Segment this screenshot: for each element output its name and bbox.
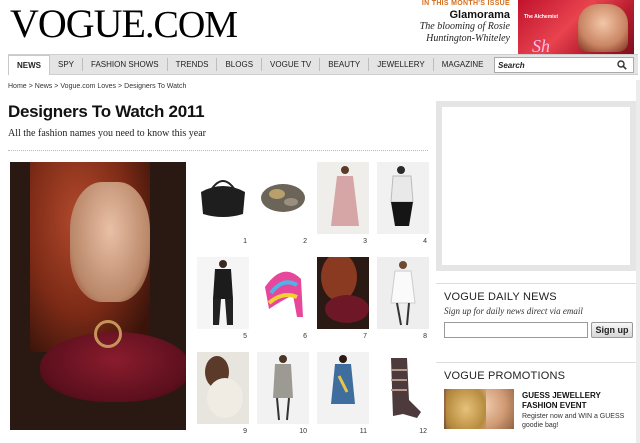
gallery-thumb-12[interactable] xyxy=(377,352,429,424)
promotion-headline-line-1: GUESS JEWELLERY xyxy=(522,391,601,400)
main-nav: NEWS SPY FASHION SHOWS TRENDS BLOGS VOGU… xyxy=(8,54,638,75)
nav-item-trends[interactable]: TRENDS xyxy=(168,58,218,71)
gallery-thumb-11[interactable] xyxy=(317,352,369,424)
gallery-number-6: 6 xyxy=(303,333,307,340)
gallery-number-12: 12 xyxy=(419,428,427,435)
search-input[interactable] xyxy=(495,60,613,70)
logo-suffix-text: .COM xyxy=(144,4,238,46)
gallery-thumb-8[interactable] xyxy=(377,257,429,329)
gallery-number-11: 11 xyxy=(359,428,367,435)
gallery-number-7: 7 xyxy=(363,333,367,340)
gallery-number-4: 4 xyxy=(423,238,427,245)
issue-promo[interactable]: IN THIS MONTH'S ISSUE Glamorama The bloo… xyxy=(410,0,510,45)
newsletter-description: Sign up for daily news direct via email xyxy=(444,306,583,316)
gallery-number-9: 9 xyxy=(243,428,247,435)
nav-item-beauty[interactable]: BEAUTY xyxy=(320,58,370,71)
site-header: VOGUE.COM IN THIS MONTH'S ISSUE Glamoram… xyxy=(0,0,640,54)
issue-desc-line-1: The blooming of Rosie xyxy=(419,21,510,32)
nav-item-fashion-shows[interactable]: FASHION SHOWS xyxy=(83,58,168,71)
nav-item-vogue-tv[interactable]: VOGUE TV xyxy=(262,58,321,71)
cover-big-text: Sh xyxy=(532,36,550,54)
gallery-thumb-1[interactable] xyxy=(197,162,249,234)
breadcrumb-separator: > xyxy=(54,83,59,90)
hero-skin xyxy=(70,182,150,302)
issue-desc-line-2: Huntington-Whiteley xyxy=(426,33,510,44)
promotions-title: VOGUE PROMOTIONS xyxy=(444,370,566,382)
advertisement-slot[interactable] xyxy=(436,101,636,271)
breadcrumb: Home > News > Vogue.com Loves > Designers To W… xyxy=(8,83,186,90)
gallery-number-2: 2 xyxy=(303,238,307,245)
hero-ring xyxy=(94,320,122,348)
newsletter-email-input[interactable] xyxy=(444,322,588,338)
breadcrumb-current: Designers To Watch xyxy=(124,83,187,90)
gallery-number-1: 1 xyxy=(243,238,247,245)
gallery-number-10: 10 xyxy=(299,428,307,435)
signup-button[interactable]: Sign up xyxy=(591,322,633,338)
promotion-headline-line-2: FASHION EVENT xyxy=(522,401,587,410)
newsletter-title: VOGUE DAILY NEWS xyxy=(444,291,557,303)
gallery-thumb-2[interactable] xyxy=(257,162,309,234)
hero-image[interactable] xyxy=(10,162,186,430)
gallery-thumb-3[interactable] xyxy=(317,162,369,234)
breadcrumb-vogue-loves[interactable]: Vogue.com Loves xyxy=(60,83,116,90)
promotion-headline[interactable]: GUESS JEWELLERY FASHION EVENT xyxy=(522,391,601,411)
gallery-number-3: 3 xyxy=(363,238,367,245)
gallery-thumb-5[interactable] xyxy=(197,257,249,329)
page-subtitle: All the fashion names you need to know t… xyxy=(8,128,207,139)
divider xyxy=(8,150,428,151)
vogue-logo[interactable]: VOGUE.COM xyxy=(10,1,238,46)
gallery-number-8: 8 xyxy=(423,333,427,340)
promotion-image-hair xyxy=(446,389,486,429)
cover-face xyxy=(578,4,628,52)
breadcrumb-news[interactable]: News xyxy=(35,83,53,90)
magazine-cover-image[interactable]: The Alchemist Sh xyxy=(518,0,634,54)
gallery-thumb-6[interactable] xyxy=(257,257,309,329)
gallery-thumb-7[interactable] xyxy=(317,257,369,329)
search-icon[interactable] xyxy=(613,58,631,72)
breadcrumb-separator: > xyxy=(28,83,33,90)
nav-item-spy[interactable]: SPY xyxy=(50,58,84,71)
page-title: Designers To Watch 2011 xyxy=(8,102,205,121)
breadcrumb-home[interactable]: Home xyxy=(8,83,27,90)
nav-item-jewellery[interactable]: JEWELLERY xyxy=(369,58,434,71)
nav-item-blogs[interactable]: BLOGS xyxy=(217,58,263,71)
gallery-thumb-4[interactable] xyxy=(377,162,429,234)
nav-item-news[interactable]: NEWS xyxy=(8,54,50,75)
promotions-box: VOGUE PROMOTIONS GUESS JEWELLERY FASHION… xyxy=(436,362,636,443)
gallery-thumb-10[interactable] xyxy=(257,352,309,424)
issue-kicker: IN THIS MONTH'S ISSUE xyxy=(421,0,510,7)
search-box xyxy=(494,57,634,73)
gallery-thumb-9[interactable] xyxy=(197,352,249,424)
promotion-image[interactable] xyxy=(444,389,514,429)
issue-title: Glamorama xyxy=(449,9,510,21)
breadcrumb-separator: > xyxy=(118,83,123,90)
logo-main-text: VOGUE xyxy=(10,1,146,46)
daily-news-signup: VOGUE DAILY NEWS Sign up for daily news … xyxy=(436,283,636,345)
gallery-number-5: 5 xyxy=(243,333,247,340)
cover-text: The Alchemist xyxy=(524,14,558,20)
promotion-body: Register now and WIN a GUESS goodie bag! xyxy=(522,413,625,429)
scrollbar[interactable] xyxy=(636,80,640,443)
nav-item-magazine[interactable]: MAGAZINE xyxy=(434,58,492,71)
